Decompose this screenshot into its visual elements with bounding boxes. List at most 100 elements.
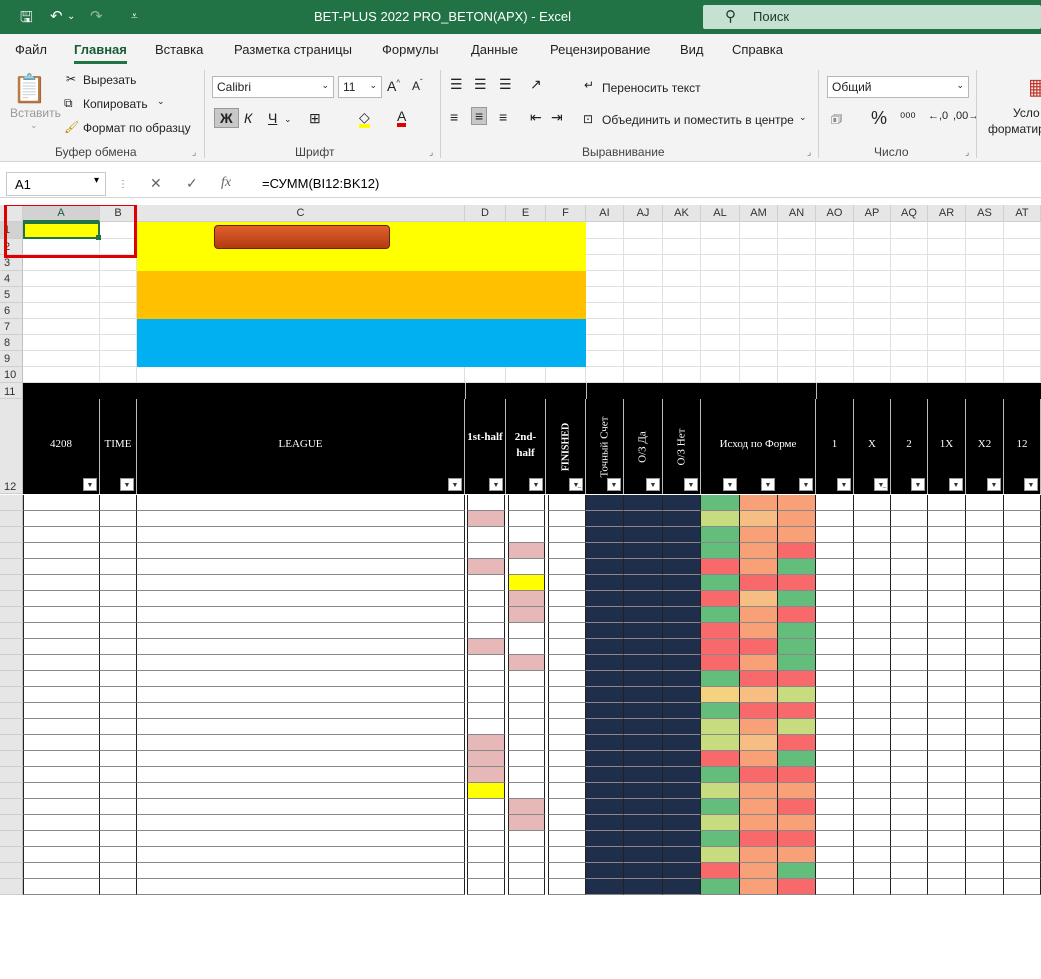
filter-dropdown-icon[interactable]: ▼ (529, 478, 543, 491)
grid-cell[interactable] (928, 335, 966, 351)
cell-league[interactable] (137, 511, 465, 527)
cell-finished[interactable] (548, 671, 586, 687)
grid-cell[interactable] (624, 239, 663, 255)
save-icon[interactable]: 🖫 (20, 7, 33, 32)
cell-form-1[interactable] (701, 719, 740, 735)
cell-finished[interactable] (548, 495, 586, 511)
cell-odds-1X[interactable] (928, 863, 966, 879)
cell-odds-X[interactable] (854, 591, 891, 607)
cell-form-2[interactable] (778, 671, 816, 687)
cell-exact-score[interactable] (586, 783, 624, 799)
cell-odds-1X[interactable] (928, 719, 966, 735)
align-right-icon[interactable]: ≡ (499, 109, 507, 125)
cell-first-half[interactable] (467, 831, 505, 847)
cell-first-half[interactable] (467, 591, 505, 607)
cell-odds-12[interactable] (1004, 607, 1041, 623)
cell-odds-12[interactable] (1004, 559, 1041, 575)
cell-odds-X2[interactable] (966, 879, 1004, 895)
cell-finished[interactable] (548, 879, 586, 895)
tab-home[interactable]: Главная (74, 42, 127, 57)
cell-ou-yes[interactable] (624, 751, 663, 767)
cell-league[interactable] (137, 847, 465, 863)
grid-cell[interactable] (854, 255, 891, 271)
autofilter-toggle-button[interactable] (214, 225, 390, 249)
cell-odds-12[interactable] (1004, 847, 1041, 863)
cell-odds-2[interactable] (891, 687, 928, 703)
grid-cell[interactable] (1004, 255, 1041, 271)
cell-second-half[interactable] (508, 719, 545, 735)
cell-finished[interactable] (548, 719, 586, 735)
cell-odds-12[interactable] (1004, 735, 1041, 751)
cell-odds-1[interactable] (816, 655, 854, 671)
tab-formulas[interactable]: Формулы (382, 42, 439, 57)
cell-ou-yes[interactable] (624, 879, 663, 895)
column-header-AS[interactable]: AS (966, 205, 1004, 222)
grid-cell[interactable] (928, 351, 966, 367)
cell-date[interactable] (23, 575, 100, 591)
customize-quick-access-icon[interactable]: ⩡ (131, 9, 138, 24)
row-header-9[interactable]: 9 (0, 351, 23, 367)
cell-exact-score[interactable] (586, 543, 624, 559)
cell-ou-yes[interactable] (624, 527, 663, 543)
grid-cell[interactable] (1004, 367, 1041, 383)
grid-cell[interactable] (891, 239, 928, 255)
cell-second-half[interactable] (508, 671, 545, 687)
cell-ou-no[interactable] (663, 863, 701, 879)
grid-cell[interactable] (854, 222, 891, 239)
cell-odds-2[interactable] (891, 751, 928, 767)
cell-form-2[interactable] (778, 623, 816, 639)
grid-cell[interactable] (465, 367, 506, 383)
tab-file[interactable]: Файл (15, 42, 47, 57)
format-painter-button[interactable]: Формат по образцу (83, 121, 191, 135)
cell-date[interactable] (23, 543, 100, 559)
cell-odds-X[interactable] (854, 623, 891, 639)
cell-form-1[interactable] (701, 863, 740, 879)
row-header-189[interactable] (0, 751, 23, 767)
cell-first-half[interactable] (467, 735, 505, 751)
align-left-icon[interactable]: ≡ (450, 109, 458, 125)
cell-finished[interactable] (548, 863, 586, 879)
cell-finished[interactable] (548, 783, 586, 799)
cell-ou-no[interactable] (663, 735, 701, 751)
cell-form-2[interactable] (778, 735, 816, 751)
cell-odds-2[interactable] (891, 639, 928, 655)
cell-second-half[interactable] (508, 559, 545, 575)
increase-decimal-icon[interactable]: ←,0 (928, 110, 948, 122)
cell-odds-1X[interactable] (928, 495, 966, 511)
grid-cell[interactable] (701, 351, 740, 367)
cell-odds-1X[interactable] (928, 511, 966, 527)
cell-odds-1X[interactable] (928, 815, 966, 831)
grid-cell[interactable] (624, 222, 663, 239)
cell-exact-score[interactable] (586, 735, 624, 751)
cell-form-x[interactable] (740, 639, 778, 655)
filter-dropdown-icon[interactable]: ▼ (723, 478, 737, 491)
filter-dropdown-icon[interactable]: ▼ (837, 478, 851, 491)
font-launcher-icon[interactable]: ⌟ (429, 147, 433, 158)
cell-ou-no[interactable] (663, 655, 701, 671)
cell-odds-1[interactable] (816, 671, 854, 687)
cell-odds-X2[interactable] (966, 863, 1004, 879)
cell-odds-1[interactable] (816, 815, 854, 831)
cell-odds-1[interactable] (816, 863, 854, 879)
cell-form-2[interactable] (778, 815, 816, 831)
cell-league[interactable] (137, 783, 465, 799)
cell-ou-no[interactable] (663, 815, 701, 831)
cell-odds-2[interactable] (891, 783, 928, 799)
number-launcher-icon[interactable]: ⌟ (965, 147, 969, 158)
cell-time[interactable] (100, 687, 137, 703)
cell-form-x[interactable] (740, 783, 778, 799)
cell-time[interactable] (100, 511, 137, 527)
grid-cell[interactable] (778, 255, 816, 271)
cell-odds-2[interactable] (891, 719, 928, 735)
merge-dropdown-icon[interactable]: ⌄ (799, 112, 807, 123)
cell-odds-X[interactable] (854, 767, 891, 783)
font-name-select[interactable]: Calibri ⌄ (212, 76, 334, 98)
cell-form-x[interactable] (740, 607, 778, 623)
filter-dropdown-icon[interactable]: ▼ (607, 478, 621, 491)
cell-exact-score[interactable] (586, 863, 624, 879)
grid-cell[interactable] (854, 335, 891, 351)
grid-cell[interactable] (891, 335, 928, 351)
cell-first-half[interactable] (467, 639, 505, 655)
cell-league[interactable] (137, 495, 465, 511)
grid-cell[interactable] (740, 319, 778, 335)
